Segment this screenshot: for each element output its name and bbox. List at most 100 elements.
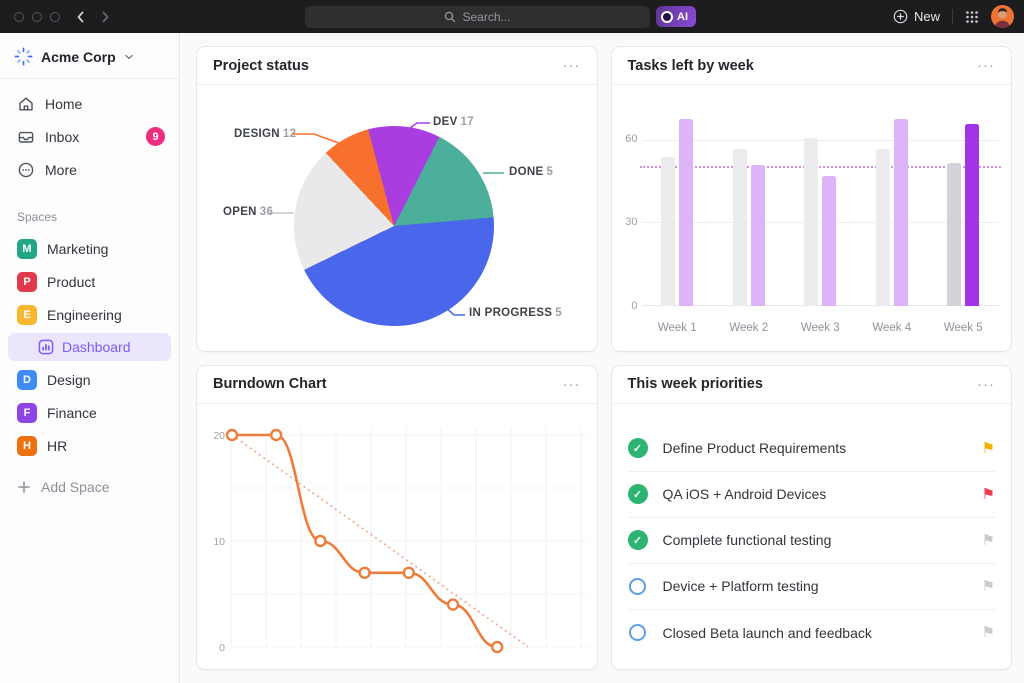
spaces-heading: Spaces	[17, 210, 179, 224]
card-title: Project status	[213, 58, 309, 74]
bar-group-week-3[interactable]	[804, 91, 836, 306]
search-icon	[444, 11, 456, 23]
line-plot-area[interactable]: 01020	[197, 404, 598, 670]
baseline-gray-bar[interactable]	[804, 138, 818, 306]
x-tick-label: Week 1	[658, 322, 697, 334]
pie-label-open: OPEN36	[223, 206, 273, 218]
avatar[interactable]	[991, 5, 1014, 28]
forward-icon[interactable]	[98, 10, 112, 24]
task-label: Define Product Requirements	[663, 440, 847, 456]
bar-group-week-4[interactable]	[876, 91, 908, 306]
pie-label-in-progress: IN PROGRESS5	[469, 307, 562, 319]
task-label: Complete functional testing	[663, 532, 832, 548]
bar-x-axis: Week 1Week 2Week 3Week 4Week 5	[642, 322, 1000, 334]
x-tick-label: Week 3	[801, 322, 840, 334]
baseline-gray-bar[interactable]	[661, 157, 675, 305]
checked-circle-icon[interactable]: ✓	[628, 530, 648, 550]
bar-group-week-2[interactable]	[733, 91, 765, 306]
flag-icon[interactable]: ⚑	[982, 487, 995, 502]
divider	[952, 9, 953, 24]
inbox-badge: 9	[146, 127, 165, 146]
window-controls[interactable]	[14, 12, 60, 22]
flag-icon[interactable]: ⚑	[982, 625, 995, 640]
search-input[interactable]: Search...	[305, 6, 650, 28]
baseline-gray-bar[interactable]	[876, 149, 890, 306]
y-tick-label: 0	[616, 300, 638, 312]
y-tick-label: 60	[616, 133, 638, 145]
list-item[interactable]: Closed Beta launch and feedback ⚑	[628, 610, 996, 656]
space-icon-product: P	[17, 272, 37, 292]
workspace-logo-icon	[14, 47, 33, 66]
new-button[interactable]: New	[893, 9, 940, 24]
sidebar-item-inbox[interactable]: Inbox 9	[0, 120, 179, 153]
sidebar-item-engineering[interactable]: EEngineering	[0, 298, 179, 331]
sidebar: Acme Corp Home Inbox 9 More Spaces MMark…	[0, 33, 180, 683]
space-icon-finance: F	[17, 403, 37, 423]
window-minimize-icon[interactable]	[32, 12, 42, 22]
baseline-gray-bar[interactable]	[733, 149, 747, 306]
svg-text:10: 10	[213, 536, 225, 548]
home-icon	[17, 95, 35, 113]
add-space-button[interactable]: Add Space	[0, 470, 179, 503]
sidebar-item-dashboard[interactable]: Dashboard	[8, 333, 171, 361]
card-menu-icon[interactable]: ···	[563, 57, 581, 74]
card-menu-icon[interactable]: ···	[977, 57, 995, 74]
tasks-purple-bar[interactable]	[894, 119, 908, 306]
list-item[interactable]: ✓ Define Product Requirements ⚑	[628, 426, 996, 472]
unchecked-circle-icon[interactable]	[629, 578, 646, 595]
more-icon	[17, 161, 35, 179]
apps-grid-icon[interactable]	[965, 10, 979, 24]
flag-icon[interactable]: ⚑	[982, 441, 995, 456]
space-icon-engineering: E	[17, 305, 37, 325]
window-close-icon[interactable]	[14, 12, 24, 22]
pie-chart: DESIGN12 DEV17 DONE5 OPEN36 IN PROGRESS5	[197, 85, 597, 350]
card-title: Burndown Chart	[213, 376, 327, 392]
tasks-purple-bar[interactable]	[822, 176, 836, 305]
unchecked-circle-icon[interactable]	[629, 624, 646, 641]
card-project-status: Project status ··· DESIGN12 DEV17 DONE5 …	[196, 46, 598, 352]
task-label: QA iOS + Android Devices	[663, 486, 827, 502]
task-label: Closed Beta launch and feedback	[663, 625, 872, 641]
ai-button[interactable]: AI	[656, 6, 696, 27]
pie-graphic[interactable]	[294, 126, 494, 326]
card-menu-icon[interactable]: ···	[977, 376, 995, 393]
flag-icon[interactable]: ⚑	[982, 579, 995, 594]
sidebar-item-hr[interactable]: HHR	[0, 429, 179, 462]
pie-label-done: DONE5	[509, 166, 553, 178]
baseline-gray-bar[interactable]	[947, 163, 961, 306]
checked-circle-icon[interactable]: ✓	[628, 484, 648, 504]
chevron-down-icon	[124, 52, 134, 62]
bar-chart: 03060 Week 1Week 2Week 3Week 4Week 5	[612, 85, 1012, 350]
sidebar-item-finance[interactable]: FFinance	[0, 396, 179, 429]
bar-group-week-5[interactable]	[947, 91, 979, 306]
y-tick-label: 30	[616, 216, 638, 228]
card-menu-icon[interactable]: ···	[563, 376, 581, 393]
workspace-name: Acme Corp	[41, 49, 116, 65]
list-item[interactable]: Device + Platform testing ⚑	[628, 564, 996, 610]
sidebar-item-marketing[interactable]: MMarketing	[0, 232, 179, 265]
window-maximize-icon[interactable]	[50, 12, 60, 22]
sidebar-item-design[interactable]: DDesign	[0, 363, 179, 396]
svg-text:20: 20	[213, 430, 225, 442]
card-title: This week priorities	[628, 376, 763, 392]
back-icon[interactable]	[74, 10, 88, 24]
space-icon-marketing: M	[17, 239, 37, 259]
sidebar-item-home[interactable]: Home	[0, 87, 179, 120]
sidebar-item-product[interactable]: PProduct	[0, 265, 179, 298]
sidebar-item-more[interactable]: More	[0, 153, 179, 186]
tasks-purple-bar[interactable]	[751, 165, 765, 305]
tasks-purple-bar[interactable]	[965, 124, 979, 306]
list-item[interactable]: ✓ Complete functional testing ⚑	[628, 518, 996, 564]
list-item[interactable]: ✓ QA iOS + Android Devices ⚑	[628, 472, 996, 518]
ai-icon	[661, 11, 673, 23]
task-label: Device + Platform testing	[663, 578, 819, 594]
flag-icon[interactable]: ⚑	[982, 533, 995, 548]
dashboard-icon	[38, 339, 54, 355]
inbox-icon	[17, 128, 35, 146]
bar-group-week-1[interactable]	[661, 91, 693, 306]
workspace-switcher[interactable]: Acme Corp	[0, 33, 179, 79]
x-tick-label: Week 2	[729, 322, 768, 334]
card-title: Tasks left by week	[628, 58, 754, 74]
tasks-purple-bar[interactable]	[679, 119, 693, 306]
checked-circle-icon[interactable]: ✓	[628, 438, 648, 458]
